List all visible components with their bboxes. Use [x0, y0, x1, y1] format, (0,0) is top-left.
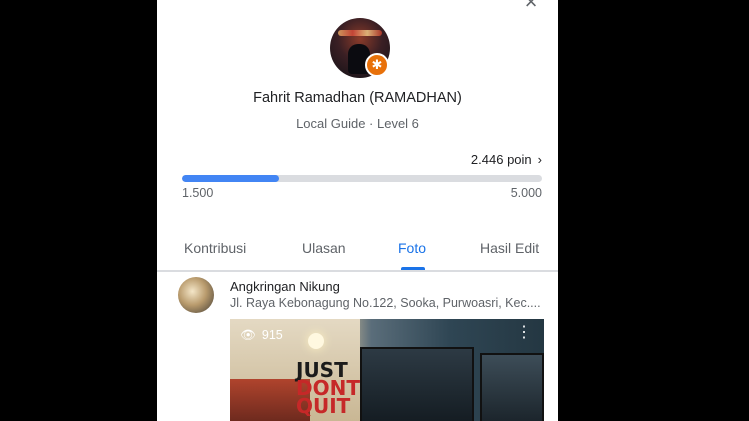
profile-panel: × ✱ Fahrit Ramadhan (RAMADHAN) Local Gui…: [157, 0, 558, 421]
more-vert-icon[interactable]: ⋮: [516, 325, 532, 341]
close-icon[interactable]: ×: [521, 0, 541, 13]
photo-views: 👁 915: [240, 328, 283, 343]
progress-min-label: 1.500: [182, 186, 214, 200]
place-photo[interactable]: JUST DONT QUIT 👁 915 ⋮: [230, 319, 544, 421]
tab-bar: Kontribusi Ulasan Foto Hasil Edit: [157, 230, 558, 270]
points-label: 2.446 poin: [470, 152, 532, 167]
chevron-right-icon: ›: [537, 152, 542, 167]
tab-ulasan[interactable]: Ulasan: [302, 240, 346, 256]
photo-window: [480, 353, 544, 421]
place-name[interactable]: Angkringan Nikung: [230, 279, 340, 294]
profile-name: Fahrit Ramadhan (RAMADHAN): [253, 90, 462, 106]
place-thumbnail[interactable]: [178, 277, 214, 313]
points-progress-bar: [182, 175, 542, 182]
eye-icon: 👁: [240, 328, 256, 342]
photo-wall-lettering: JUST DONT QUIT: [296, 358, 360, 418]
star-badge-icon: ✱: [365, 53, 389, 77]
views-count: 915: [261, 328, 283, 342]
photo-lamp: [308, 333, 324, 349]
place-address: Jl. Raya Kebonagung No.122, Sooka, Purwo…: [230, 296, 541, 310]
points-progress-fill: [182, 175, 280, 182]
profile-level: Local Guide · Level 6: [296, 116, 419, 131]
avatar-background: [338, 30, 382, 36]
progress-max-label: 5.000: [510, 186, 542, 200]
tab-divider: [157, 270, 558, 272]
tab-kontribusi[interactable]: Kontribusi: [184, 240, 246, 256]
points-link[interactable]: 2.446 poin ›: [471, 152, 542, 167]
tab-hasil-edit[interactable]: Hasil Edit: [480, 240, 539, 256]
tab-foto[interactable]: Foto: [398, 240, 426, 256]
photo-door: [360, 347, 474, 421]
